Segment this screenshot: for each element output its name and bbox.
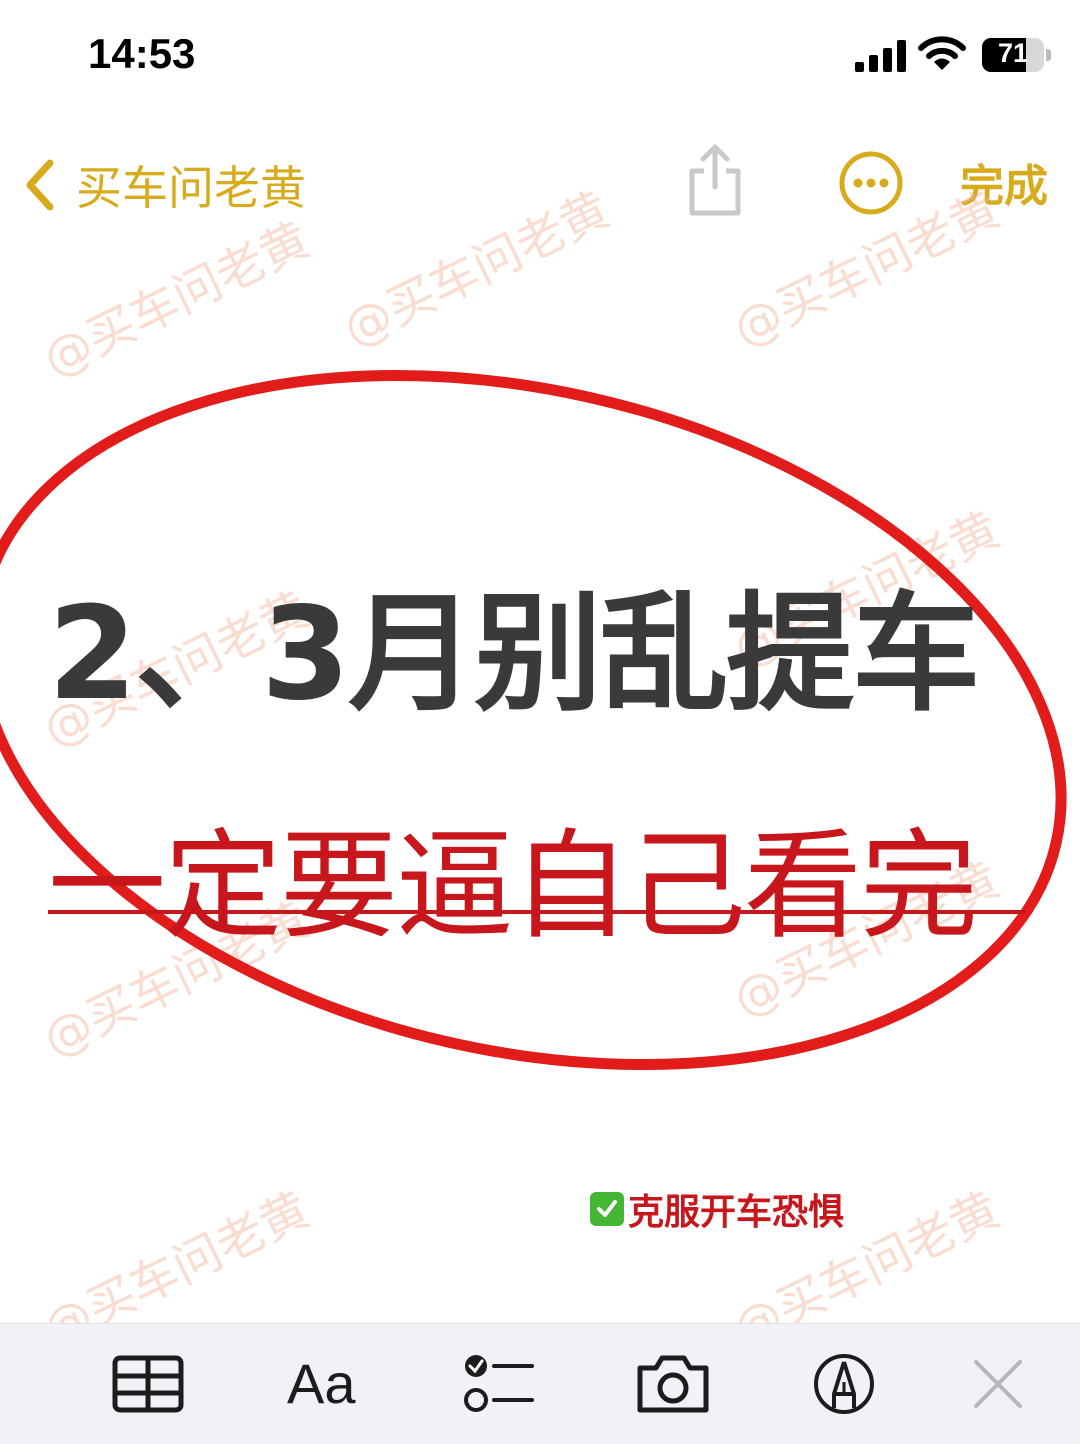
status-time: 14:53: [88, 30, 196, 77]
text-format-icon[interactable]: Aa: [287, 1352, 356, 1416]
table-icon[interactable]: [112, 1352, 184, 1416]
done-button[interactable]: 完成: [960, 150, 1048, 214]
watermark: @买车问老黄: [334, 181, 618, 359]
back-button[interactable]: 买车问老黄: [20, 150, 306, 220]
status-bar: 14:53 71: [0, 0, 1080, 110]
share-icon[interactable]: [684, 143, 746, 217]
topic-tag: 克服开车恐惧: [590, 1188, 844, 1233]
close-icon[interactable]: [970, 1352, 1026, 1416]
topic-tag-text: 克服开车恐惧: [628, 1192, 845, 1233]
wifi-icon: [918, 36, 966, 70]
headline: 2、3月别乱提车: [48, 580, 980, 729]
formatting-toolbar: [0, 1323, 1080, 1444]
subheadline: 一定要逼自己看完: [48, 817, 978, 955]
battery-level: 71: [997, 38, 1029, 68]
back-button-label: 买车问老黄: [76, 161, 306, 215]
battery-icon: 71: [982, 38, 1054, 74]
checklist-icon[interactable]: [462, 1352, 534, 1416]
more-icon[interactable]: [838, 150, 904, 216]
camera-icon[interactable]: [634, 1352, 712, 1416]
chevron-left-icon: [26, 159, 54, 211]
check-mark-button-icon: [590, 1192, 624, 1226]
cellular-signal-icon: [855, 40, 906, 72]
watermark: @买车问老黄: [34, 211, 318, 389]
subheadline-underline: [48, 910, 1026, 914]
markup-pen-icon[interactable]: [812, 1352, 876, 1416]
